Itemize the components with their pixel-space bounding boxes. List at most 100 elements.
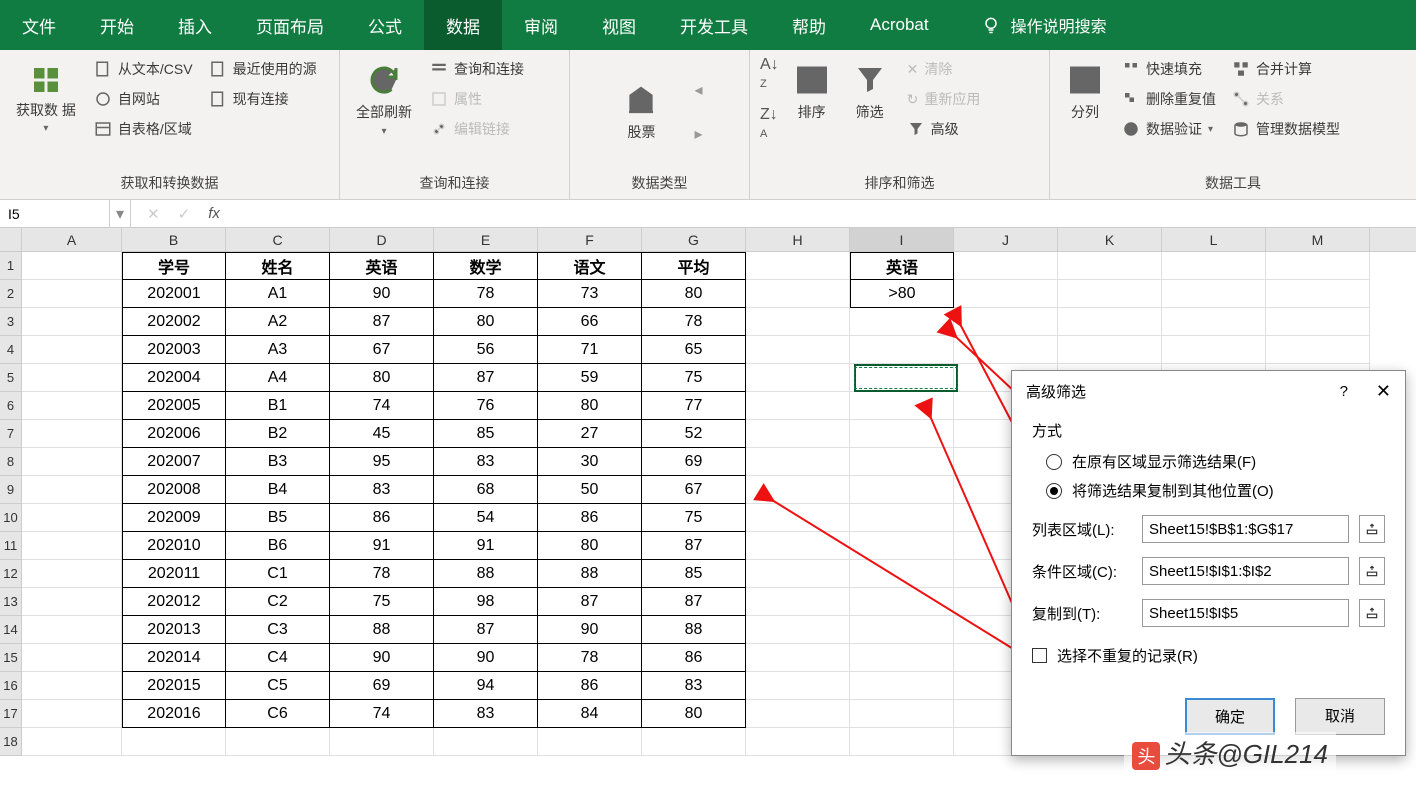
cell-E4[interactable]: 56 (434, 336, 538, 364)
cell-B5[interactable]: 202004 (122, 364, 226, 392)
cell-E3[interactable]: 80 (434, 308, 538, 336)
cell-G13[interactable]: 87 (642, 588, 746, 616)
cell-A12[interactable] (22, 560, 122, 588)
name-box-dropdown[interactable]: ▾ (110, 200, 131, 227)
cell-I3[interactable] (850, 308, 954, 336)
cancel-button[interactable]: 取消 (1295, 698, 1385, 735)
cell-M4[interactable] (1266, 336, 1370, 364)
cell-H3[interactable] (746, 308, 850, 336)
cell-A17[interactable] (22, 700, 122, 728)
cell-I7[interactable] (850, 420, 954, 448)
cell-D7[interactable]: 45 (330, 420, 434, 448)
cell-B10[interactable]: 202009 (122, 504, 226, 532)
cell-H11[interactable] (746, 532, 850, 560)
menu-审阅[interactable]: 审阅 (502, 0, 580, 50)
cell-G12[interactable]: 85 (642, 560, 746, 588)
cell-I16[interactable] (850, 672, 954, 700)
cell-C18[interactable] (226, 728, 330, 756)
row-header-2[interactable]: 2 (0, 280, 22, 308)
cell-H2[interactable] (746, 280, 850, 308)
cell-I5[interactable] (850, 364, 954, 392)
consolidate-button[interactable]: 合并计算 (1228, 56, 1344, 82)
cell-H9[interactable] (746, 476, 850, 504)
range-picker-button[interactable] (1359, 557, 1385, 585)
cell-J3[interactable] (954, 308, 1058, 336)
col-header-C[interactable]: C (226, 228, 330, 251)
menu-帮助[interactable]: 帮助 (770, 0, 848, 50)
stocks-button[interactable]: 股票 (616, 76, 666, 148)
confirm-formula-icon[interactable]: ✓ (178, 205, 191, 223)
cell-A15[interactable] (22, 644, 122, 672)
clear-filter-button[interactable]: ✕清除 (903, 56, 985, 82)
sort-desc-button[interactable]: Z↓A (760, 106, 779, 142)
cell-G15[interactable]: 86 (642, 644, 746, 672)
cell-F6[interactable]: 80 (538, 392, 642, 420)
cell-H1[interactable] (746, 252, 850, 280)
cell-I4[interactable] (850, 336, 954, 364)
cell-I6[interactable] (850, 392, 954, 420)
cell-B17[interactable]: 202016 (122, 700, 226, 728)
nav-left-icon[interactable]: ◂ (694, 80, 702, 100)
cell-D18[interactable] (330, 728, 434, 756)
cell-F8[interactable]: 30 (538, 448, 642, 476)
cell-H16[interactable] (746, 672, 850, 700)
cell-M2[interactable] (1266, 280, 1370, 308)
from-web-button[interactable]: 自网站 (90, 86, 197, 112)
recent-sources-button[interactable]: 最近使用的源 (205, 56, 321, 82)
cell-C14[interactable]: C3 (226, 616, 330, 644)
cell-F13[interactable]: 87 (538, 588, 642, 616)
get-data-button[interactable]: 获取数 据 ▾ (10, 56, 82, 140)
row-header-15[interactable]: 15 (0, 644, 22, 672)
filter-button[interactable]: 筛选 (845, 56, 895, 128)
from-table-button[interactable]: 自表格/区域 (90, 116, 197, 142)
cell-C17[interactable]: C6 (226, 700, 330, 728)
cell-I12[interactable] (850, 560, 954, 588)
row-header-11[interactable]: 11 (0, 532, 22, 560)
cell-A14[interactable] (22, 616, 122, 644)
row-header-5[interactable]: 5 (0, 364, 22, 392)
cell-B18[interactable] (122, 728, 226, 756)
cell-C16[interactable]: C5 (226, 672, 330, 700)
cell-A8[interactable] (22, 448, 122, 476)
reapply-button[interactable]: ↻重新应用 (903, 86, 985, 112)
cell-E12[interactable]: 88 (434, 560, 538, 588)
row-header-14[interactable]: 14 (0, 616, 22, 644)
col-header-K[interactable]: K (1058, 228, 1162, 251)
queries-connections-button[interactable]: 查询和连接 (426, 56, 528, 82)
range-picker-button[interactable] (1359, 599, 1385, 627)
cell-E2[interactable]: 78 (434, 280, 538, 308)
help-button[interactable]: ? (1340, 383, 1348, 400)
edit-links-button[interactable]: 编辑链接 (426, 116, 528, 142)
cell-A4[interactable] (22, 336, 122, 364)
row-header-8[interactable]: 8 (0, 448, 22, 476)
cell-I9[interactable] (850, 476, 954, 504)
menu-视图[interactable]: 视图 (580, 0, 658, 50)
close-button[interactable]: ✕ (1376, 381, 1391, 402)
cell-E9[interactable]: 68 (434, 476, 538, 504)
cell-A16[interactable] (22, 672, 122, 700)
list-range-input[interactable]: Sheet15!$B$1:$G$17 (1142, 515, 1349, 543)
col-header-E[interactable]: E (434, 228, 538, 251)
cell-I10[interactable] (850, 504, 954, 532)
cell-F17[interactable]: 84 (538, 700, 642, 728)
cell-B4[interactable]: 202003 (122, 336, 226, 364)
cell-I11[interactable] (850, 532, 954, 560)
remove-duplicates-button[interactable]: 删除重复值 (1118, 86, 1220, 112)
fx-icon[interactable]: fx (208, 205, 220, 223)
menu-文件[interactable]: 文件 (0, 0, 78, 50)
cell-E8[interactable]: 83 (434, 448, 538, 476)
cell-L2[interactable] (1162, 280, 1266, 308)
cell-G17[interactable]: 80 (642, 700, 746, 728)
cell-H6[interactable] (746, 392, 850, 420)
cell-E6[interactable]: 76 (434, 392, 538, 420)
name-box[interactable]: I5 (0, 200, 110, 227)
cell-B3[interactable]: 202002 (122, 308, 226, 336)
cell-H18[interactable] (746, 728, 850, 756)
menu-Acrobat[interactable]: Acrobat (848, 0, 951, 50)
cell-J2[interactable] (954, 280, 1058, 308)
cell-L4[interactable] (1162, 336, 1266, 364)
cell-H17[interactable] (746, 700, 850, 728)
cell-I15[interactable] (850, 644, 954, 672)
cell-C5[interactable]: A4 (226, 364, 330, 392)
cell-I17[interactable] (850, 700, 954, 728)
